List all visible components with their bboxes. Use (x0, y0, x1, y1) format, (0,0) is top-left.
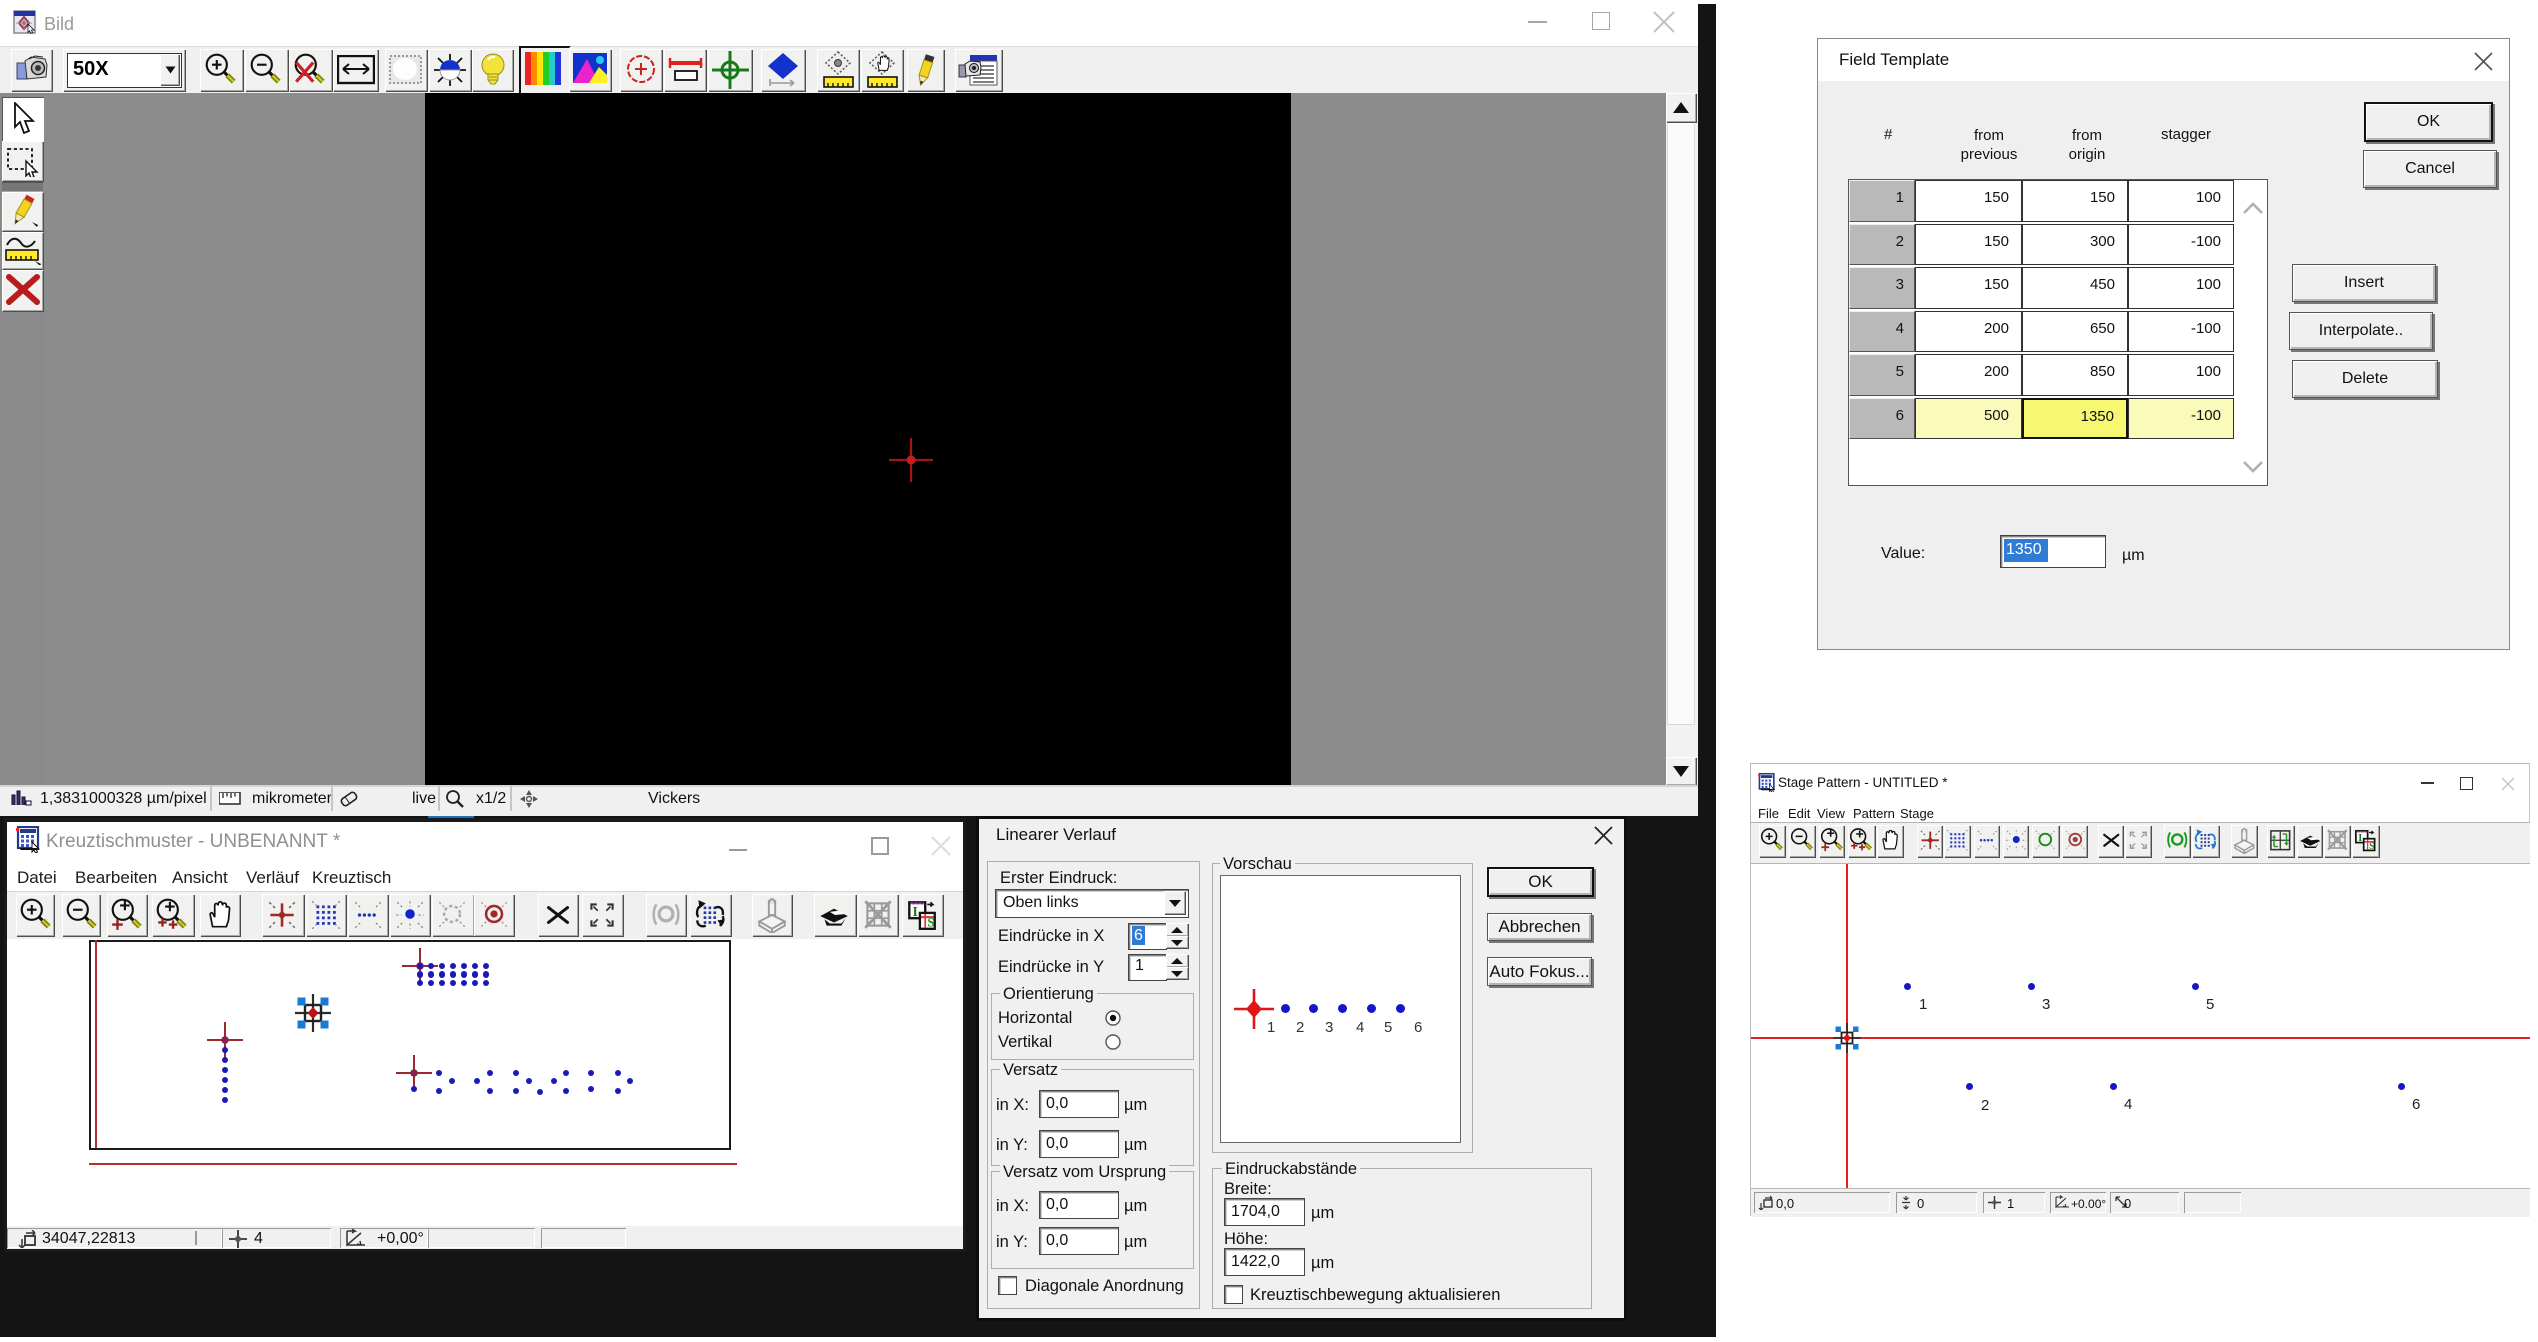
svg-text:S: S (927, 916, 934, 930)
svg-text:I: I (2358, 833, 2362, 844)
svg-text:S: S (2369, 842, 2374, 852)
svg-text:I: I (912, 904, 917, 919)
